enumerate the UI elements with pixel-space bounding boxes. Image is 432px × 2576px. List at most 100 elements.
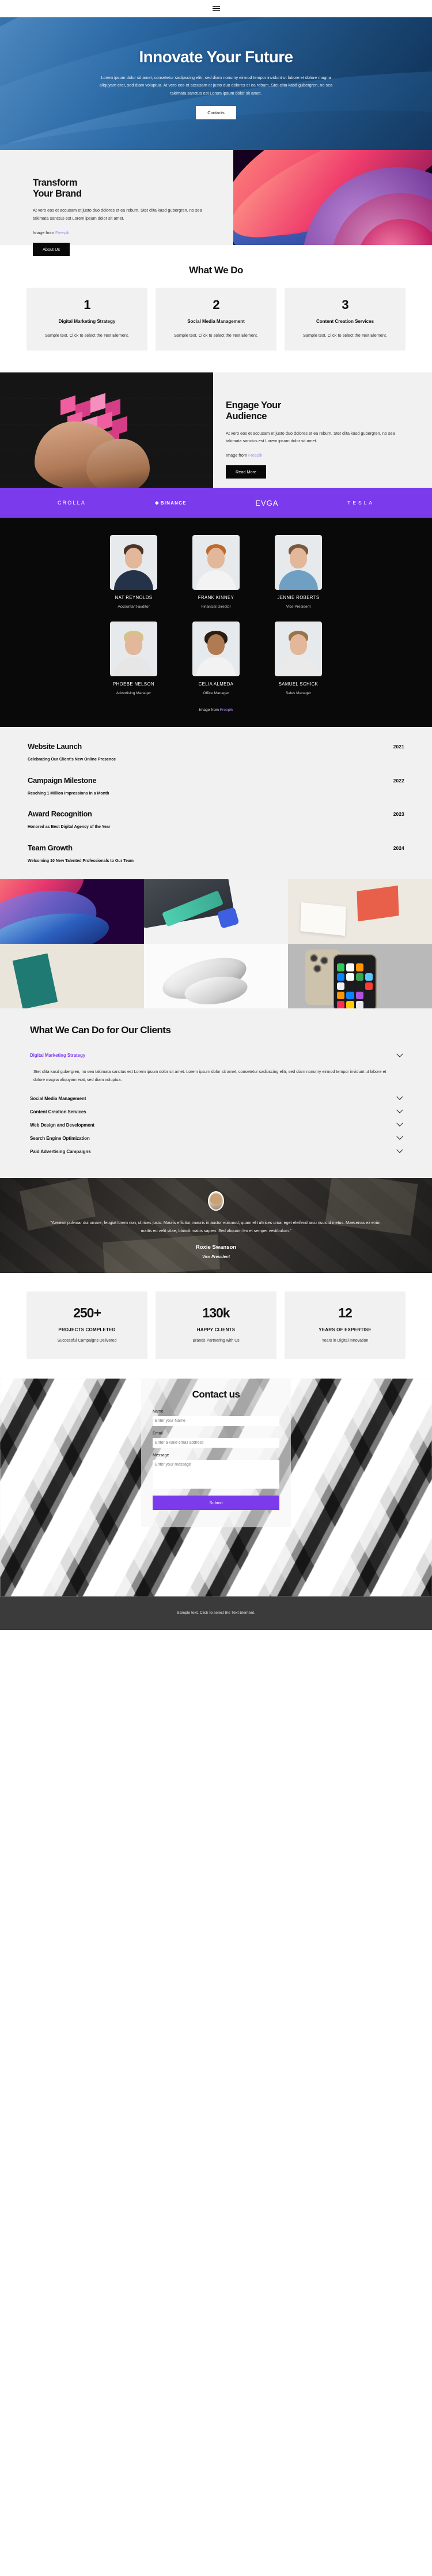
hero-paragraph: Lorem ipsum dolor sit amet, consetetur s…: [99, 74, 333, 96]
avatar: [110, 622, 157, 677]
team-image-credit: Image from Freepik: [199, 708, 233, 713]
card-title: Content Creation Services: [316, 319, 374, 324]
accordion-title: What We Can Do for Our Clients: [30, 1025, 171, 1036]
about-us-button[interactable]: About Us: [33, 242, 70, 256]
card-number: 3: [342, 297, 348, 312]
team-member: PHOEBE NELSON Advertising Manager: [110, 622, 157, 695]
accordion-item: Digital Marketing Strategy Stet clita ka…: [30, 1049, 403, 1091]
team-member: FRANK KINNEY Financial Director: [192, 535, 240, 609]
landing-page: Innovate Your Future Lorem ipsum dolor s…: [0, 0, 432, 1630]
binance-diamond-icon: [154, 500, 159, 505]
submit-button[interactable]: Submit: [153, 1495, 279, 1510]
image-gallery: [0, 879, 432, 1009]
chevron-down-icon[interactable]: [396, 1106, 403, 1114]
engage-image: [0, 372, 213, 488]
email-label: Email: [153, 1431, 163, 1436]
testimonial-name: Roxie Swanson: [195, 1244, 237, 1251]
chevron-down-icon[interactable]: [396, 1120, 403, 1127]
footer: Sample text. Click to select the Text El…: [0, 1596, 432, 1630]
avatar: [110, 535, 157, 590]
accordion-header[interactable]: Social Media Management: [30, 1092, 403, 1105]
avatar: [192, 535, 240, 590]
gallery-image-iphone: [288, 944, 432, 1009]
timeline-item: Team Growth Welcoming 10 New Talented Pr…: [28, 843, 404, 863]
gallery-image-greeting-card: [288, 879, 432, 944]
logo-crolla[interactable]: CROLLA: [58, 500, 86, 506]
card-description: Sample text. Click to select the Text El…: [45, 332, 129, 338]
accordion-item: Content Creation Services: [30, 1105, 403, 1118]
email-input[interactable]: [153, 1437, 279, 1448]
accordion-header[interactable]: Content Creation Services: [30, 1105, 403, 1118]
accordion-header[interactable]: Web Design and Development: [30, 1118, 403, 1132]
gallery-image-white-coil: [144, 944, 288, 1009]
hero-title: Innovate Your Future: [139, 47, 294, 66]
top-navbar: [0, 0, 432, 17]
logo-tesla[interactable]: TESLA: [347, 500, 374, 506]
timeline-section: Website Launch Celebrating Our Client's …: [0, 727, 432, 880]
transform-image: [233, 150, 432, 245]
chevron-down-icon[interactable]: [396, 1093, 403, 1101]
hero-section: Innovate Your Future Lorem ipsum dolor s…: [0, 17, 432, 150]
timeline-item: Campaign Milestone Reaching 1 Million Im…: [28, 775, 404, 796]
transform-brand-section: Transform Your Brand At vero eos et accu…: [0, 150, 432, 256]
service-card: 1 Digital Marketing Strategy Sample text…: [26, 288, 147, 351]
accordion-header[interactable]: Paid Advertising Campaigns: [30, 1145, 403, 1158]
team-member: NAT REYNOLDS Accountant-auditor: [110, 535, 157, 609]
team-member: SAMUEL SCHICK Sales Manager: [275, 622, 322, 695]
testimonial-quote: "Aenean pulvinar dui ornare, feugiat lor…: [50, 1220, 382, 1234]
chevron-down-icon[interactable]: [396, 1050, 403, 1057]
team-member: JENNIE ROBERTS Vice President: [275, 535, 322, 609]
engage-audience-section: Engage Your Audience At vero eos et accu…: [0, 372, 432, 488]
team-member: CELIA ALMEDA Office Manager: [192, 622, 240, 695]
hero-contacts-button[interactable]: Contacts: [196, 106, 236, 120]
card-title: Social Media Management: [187, 319, 245, 324]
engage-paragraph: At vero eos et accusam et justo duo dolo…: [226, 430, 395, 444]
engage-title: Engage Your Audience: [226, 400, 281, 422]
client-logos-strip: CROLLA BINANCE EVGA TESLA: [0, 488, 432, 518]
accordion-header[interactable]: Digital Marketing Strategy: [30, 1049, 403, 1062]
timeline-item: Website Launch Celebrating Our Client's …: [28, 742, 404, 762]
what-we-do-title: What We Do: [189, 265, 243, 276]
gallery-image-bifold-brochure: [0, 944, 144, 1009]
freepik-link[interactable]: Freepik: [248, 453, 262, 458]
chevron-down-icon[interactable]: [396, 1133, 403, 1140]
testimonial-role: Vice President: [202, 1255, 230, 1260]
card-description: Sample text. Click to select the Text El…: [174, 332, 258, 338]
read-more-button[interactable]: Read More: [226, 465, 267, 479]
avatar: [192, 622, 240, 677]
timeline-item: Award Recognition Honored as Best Digita…: [28, 809, 404, 830]
chevron-down-icon[interactable]: [396, 1146, 403, 1154]
message-label: Message: [153, 1453, 169, 1458]
freepik-link[interactable]: Freepik: [55, 230, 69, 235]
card-number: 1: [84, 297, 90, 312]
contact-form-card: Contact us Name Email Message Submit: [141, 1378, 291, 1527]
transform-image-credit: Image from Freepik: [33, 229, 70, 235]
engage-image-credit: Image from Freepik: [226, 453, 263, 458]
accordion-item: Social Media Management: [30, 1092, 403, 1105]
transform-title: Transform Your Brand: [33, 178, 82, 199]
footer-text: Sample text. Click to select the Text El…: [177, 1611, 255, 1615]
avatar: [275, 535, 322, 590]
name-label: Name: [153, 1409, 164, 1414]
accordion-header[interactable]: Search Engine Optimization: [30, 1132, 403, 1145]
testimonial-avatar: [208, 1191, 224, 1211]
card-description: Sample text. Click to select the Text El…: [303, 332, 387, 338]
gallery-image-laptop-sticker: [144, 879, 288, 944]
name-input[interactable]: [153, 1415, 279, 1426]
service-card: 3 Content Creation Services Sample text.…: [285, 288, 406, 351]
accordion-item: Web Design and Development: [30, 1118, 403, 1132]
accordion-item: Search Engine Optimization: [30, 1132, 403, 1145]
hamburger-menu-icon[interactable]: [212, 6, 220, 12]
message-textarea[interactable]: [153, 1459, 279, 1489]
stat-card: 12 YEARS OF EXPERTISE Years in Digital I…: [285, 1291, 406, 1359]
logo-binance[interactable]: BINANCE: [154, 500, 187, 506]
services-accordion-section: What We Can Do for Our Clients Digital M…: [0, 1008, 432, 1178]
contact-title: Contact us: [192, 1388, 240, 1400]
accordion-item: Paid Advertising Campaigns: [30, 1145, 403, 1158]
gallery-image-abstract-gradient: [0, 879, 144, 944]
freepik-link[interactable]: Freepik: [220, 708, 233, 712]
card-number: 2: [213, 297, 219, 312]
avatar: [275, 622, 322, 677]
logo-evga[interactable]: EVGA: [255, 499, 278, 507]
team-section: NAT REYNOLDS Accountant-auditor FRANK KI…: [0, 518, 432, 728]
